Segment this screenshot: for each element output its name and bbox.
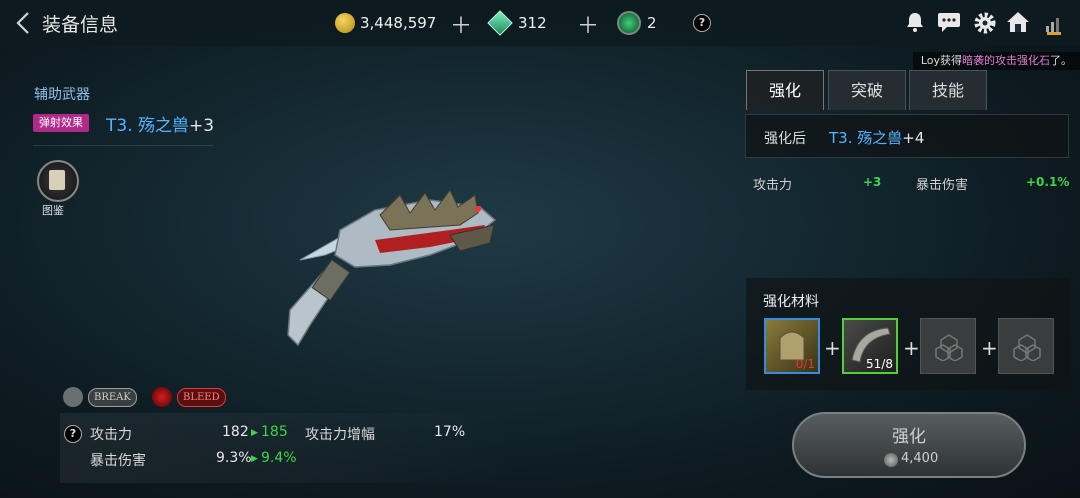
add-gold-button[interactable]: ＋	[450, 8, 472, 40]
empty-slot-icon	[935, 334, 963, 361]
signal-battery-icon	[1044, 12, 1064, 36]
after-weapon-name: T3. 殇之兽+4	[829, 127, 924, 148]
attack-label: 攻击力	[90, 427, 132, 443]
crit-arrow-icon: ▶	[251, 454, 258, 464]
crit-label: 暴击伤害	[90, 453, 146, 469]
currency-help-icon[interactable]: ?	[693, 14, 711, 32]
emblem-currency: 2	[617, 11, 657, 35]
notice-suffix: 了。	[1050, 54, 1072, 67]
upgrade-cost: 4,400	[901, 451, 939, 466]
gold-coin-icon	[335, 13, 355, 33]
weapon-name: T3. 殇之兽+3	[106, 111, 214, 136]
emblem-amount: 2	[647, 14, 657, 32]
material-count-weapon: 51/8	[866, 357, 893, 371]
gem-amount: 312	[518, 14, 547, 32]
add-gem-button[interactable]: ＋	[577, 8, 599, 40]
material-slot-stone[interactable]: 0/1	[764, 318, 820, 374]
weapon-level: +3	[189, 116, 215, 136]
weapon-name-text: T3. 殇之兽	[106, 116, 190, 136]
stats-help-icon[interactable]: ?	[64, 425, 82, 443]
break-tag: BREAK	[88, 388, 137, 407]
weapon-image	[287, 189, 497, 347]
notice-item: 暗袭的攻击强化石	[962, 54, 1050, 67]
gear-icon[interactable]	[973, 11, 997, 35]
chat-icon[interactable]	[937, 11, 961, 35]
crit-current: 9.3%	[216, 450, 252, 466]
attack-current: 182	[222, 424, 249, 440]
green-gem-icon	[487, 10, 513, 36]
bonus-crit-value: +0.1%	[1026, 175, 1070, 189]
after-level: +4	[902, 129, 925, 147]
silver-coin-icon	[884, 453, 898, 467]
attack-arrow-icon: ▶	[251, 428, 258, 438]
loot-notice: Loy获得暗袭的攻击强化石了。	[912, 52, 1080, 70]
material-slot-empty-2[interactable]	[998, 318, 1054, 374]
plus-sign: +	[824, 336, 841, 360]
upgrade-button-label: 强化	[892, 427, 926, 447]
codex-label: 图鉴	[42, 204, 64, 217]
empty-slot-icon	[1013, 334, 1041, 361]
bonus-attack-label: 攻击力	[753, 178, 793, 193]
notice-prefix: Loy获得	[920, 54, 962, 67]
emblem-icon	[617, 11, 641, 35]
bell-icon[interactable]	[903, 11, 927, 35]
tab-upgrade[interactable]: 强化	[746, 70, 824, 110]
back-arrow-icon[interactable]	[14, 10, 36, 36]
plus-sign: +	[903, 336, 920, 360]
bonus-crit-label: 暴击伤害	[916, 178, 969, 193]
after-label: 强化后	[764, 131, 806, 147]
item-category: 辅助武器	[34, 87, 90, 103]
gem-currency: 312	[487, 10, 547, 36]
material-slot-empty-1[interactable]	[920, 318, 976, 374]
bleed-tag: BLEED	[177, 388, 226, 407]
page-title: 装备信息	[42, 14, 119, 36]
material-count-stone: 0/1	[795, 357, 815, 371]
break-effect-icon	[63, 387, 83, 407]
crit-next: 9.4%	[261, 450, 297, 466]
codex-book-icon[interactable]	[37, 160, 79, 202]
attack-next: 185	[261, 424, 288, 440]
material-slot-weapon[interactable]: 51/8	[842, 318, 898, 374]
effect-tag: 弹射效果	[33, 114, 89, 132]
tab-skills[interactable]: 技能	[909, 70, 987, 110]
materials-label: 强化材料	[763, 294, 819, 310]
after-name-text: T3. 殇之兽	[829, 129, 903, 147]
plus-sign: +	[981, 336, 998, 360]
tab-breakthrough[interactable]: 突破	[828, 70, 906, 110]
after-upgrade-row: 强化后 T3. 殇之兽+4	[745, 114, 1069, 158]
gold-currency: 3,448,597	[335, 12, 436, 34]
bonus-attack-value: +3	[863, 175, 882, 189]
bleed-effect-icon	[152, 387, 172, 407]
attack-boost-value: 17%	[434, 424, 466, 440]
divider	[33, 145, 213, 146]
attack-boost-label: 攻击力增幅	[305, 427, 375, 443]
home-icon[interactable]	[1006, 11, 1030, 35]
gold-amount: 3,448,597	[360, 14, 437, 32]
